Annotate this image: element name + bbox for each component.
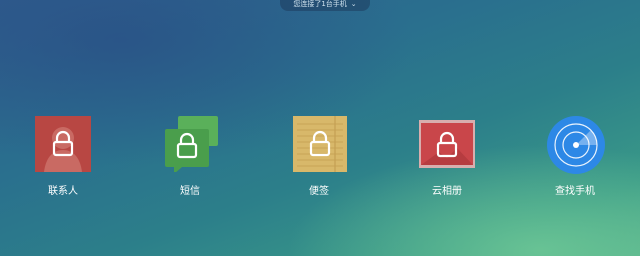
app-notes[interactable]: 便签 [289, 116, 349, 206]
app-contacts[interactable]: 联系人 [33, 116, 93, 206]
chevron-down-icon: ⌄ [350, 0, 357, 8]
app-label-sms: 短信 [180, 186, 200, 197]
find-phone-radar-icon [547, 116, 605, 174]
app-label-notes: 便签 [309, 186, 329, 197]
connected-devices-label: 您连接了1台手机 [293, 0, 347, 8]
contacts-lock-icon [35, 116, 91, 172]
notes-lock-icon [291, 116, 347, 172]
app-label-find-phone: 查找手机 [555, 186, 595, 197]
app-label-contacts: 联系人 [48, 186, 78, 197]
app-label-cloud-album: 云相册 [432, 186, 462, 197]
app-sms[interactable]: 短信 [160, 116, 220, 206]
connected-devices-dropdown[interactable]: 您连接了1台手机 ⌄ [280, 0, 370, 11]
app-find-phone[interactable]: 查找手机 [545, 116, 605, 206]
sms-lock-icon [162, 116, 218, 174]
album-lock-icon [418, 116, 476, 172]
app-cloud-album[interactable]: 云相册 [417, 116, 477, 206]
